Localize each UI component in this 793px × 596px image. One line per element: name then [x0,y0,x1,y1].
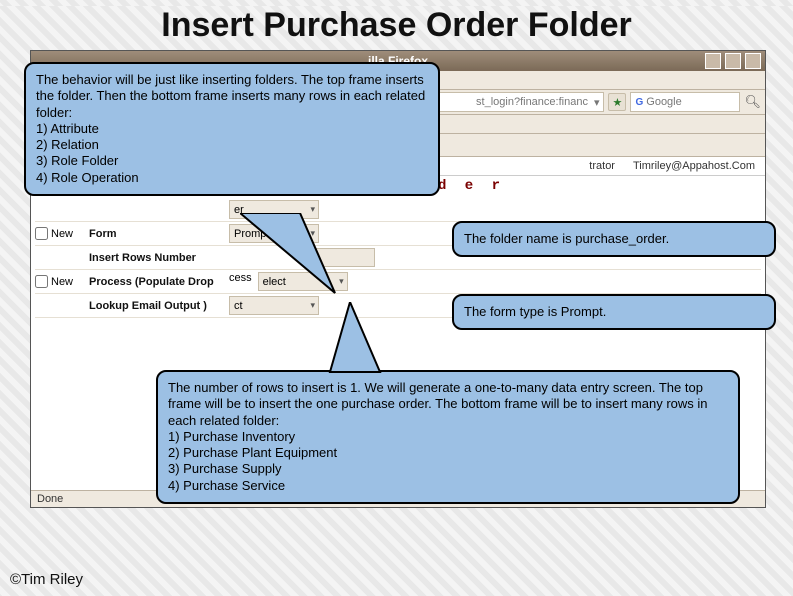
new-checkbox[interactable] [35,227,48,240]
field-label: Process (Populate Drop [89,276,229,288]
search-placeholder: Google [646,96,681,108]
minimize-button[interactable] [705,53,721,69]
table-row: New Process (Populate Drop cess elect [35,270,761,294]
callout-text: The behavior will be just like inserting… [36,72,428,186]
table-row: er [35,198,761,222]
new-checkbox[interactable] [35,275,48,288]
callout-tail-icon [310,302,400,374]
bookmark-icon[interactable]: ★ [608,93,626,111]
close-button[interactable] [745,53,761,69]
callout-top-left: The behavior will be just like inserting… [24,62,440,196]
field-label: Lookup Email Output ) [89,300,229,312]
login-email: Timriley@Appahost.Com [633,160,755,172]
copyright: ©Tim Riley [10,571,83,588]
new-label: New [51,228,73,240]
field-label: Form [89,228,229,240]
callout-text: The number of rows to insert is 1. We wi… [168,380,728,494]
zoom-icon[interactable]: 🔍︎ [744,94,761,110]
new-label: New [51,276,73,288]
callout-tail-icon [240,213,360,303]
callout-text: The folder name is purchase_order. [464,231,764,247]
google-logo-icon: G [635,97,643,108]
field-label: Insert Rows Number [89,252,229,264]
maximize-button[interactable] [725,53,741,69]
callout-bottom: The number of rows to insert is 1. We wi… [156,370,740,504]
callout-folder-name: The folder name is purchase_order. [452,221,776,257]
status-text: Done [37,493,63,505]
slide-title: Insert Purchase Order Folder [0,6,793,45]
callout-text: The form type is Prompt. [464,304,764,320]
search-box[interactable]: G Google [630,92,740,112]
callout-form-type: The form type is Prompt. [452,294,776,330]
login-role: trator [589,160,615,172]
